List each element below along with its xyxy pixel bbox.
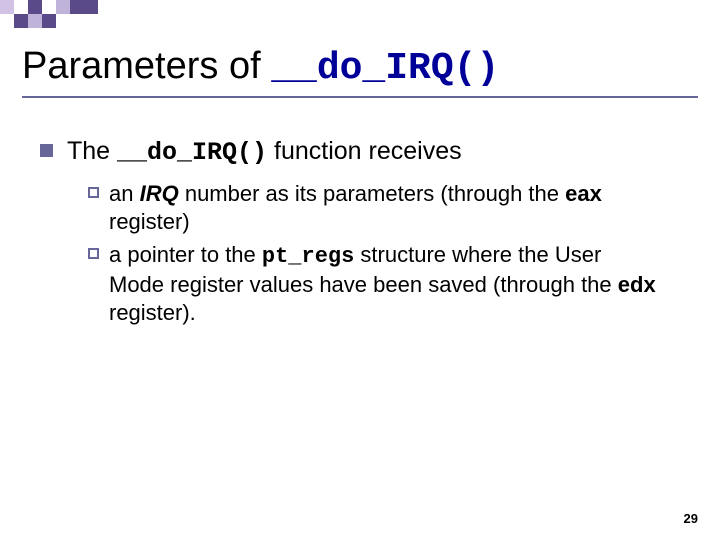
deco-square [14,14,28,28]
list-item-text: a pointer to the pt_regs structure where… [109,241,660,327]
text-span: number as its parameters (through the [179,181,565,206]
list-item-text: an IRQ number as its parameters (through… [109,180,660,236]
text-span: register) [109,209,190,234]
text-span: an [109,181,140,206]
deco-square [14,0,28,14]
list-item: an IRQ number as its parameters (through… [88,180,660,236]
text-span: The [67,137,117,165]
decoration-row-2 [0,14,56,28]
text-span: edx [618,272,656,297]
decoration-row-1 [0,0,98,14]
title-prefix: Parameters of [22,45,271,87]
text-span: a pointer to the [109,242,262,267]
content-area: The __do_IRQ() function receives an IRQ … [40,136,660,331]
deco-square [42,0,56,14]
code-span: pt_regs [262,244,354,269]
deco-square [28,0,42,14]
deco-square [0,0,14,14]
deco-square [56,0,70,14]
deco-square [84,0,98,14]
text-span: IRQ [140,181,179,206]
bullet-outline-square-icon [88,248,99,259]
list-item: The __do_IRQ() function receives [40,136,660,168]
deco-square [70,0,84,14]
text-span: register). [109,300,196,325]
deco-square [0,14,14,28]
sub-list: an IRQ number as its parameters (through… [88,180,660,327]
text-span: function receives [267,137,462,165]
deco-square [28,14,42,28]
text-span: eax [565,181,602,206]
code-span: __do_IRQ() [117,138,267,167]
title-code: __do_IRQ() [271,47,499,90]
bullet-square-icon [40,144,53,157]
bullet-outline-square-icon [88,187,99,198]
page-number: 29 [684,511,698,526]
title-divider [22,96,698,98]
list-item-text: The __do_IRQ() function receives [67,136,462,168]
slide-title: Parameters of __do_IRQ() [22,45,499,90]
deco-square [42,14,56,28]
list-item: a pointer to the pt_regs structure where… [88,241,660,327]
